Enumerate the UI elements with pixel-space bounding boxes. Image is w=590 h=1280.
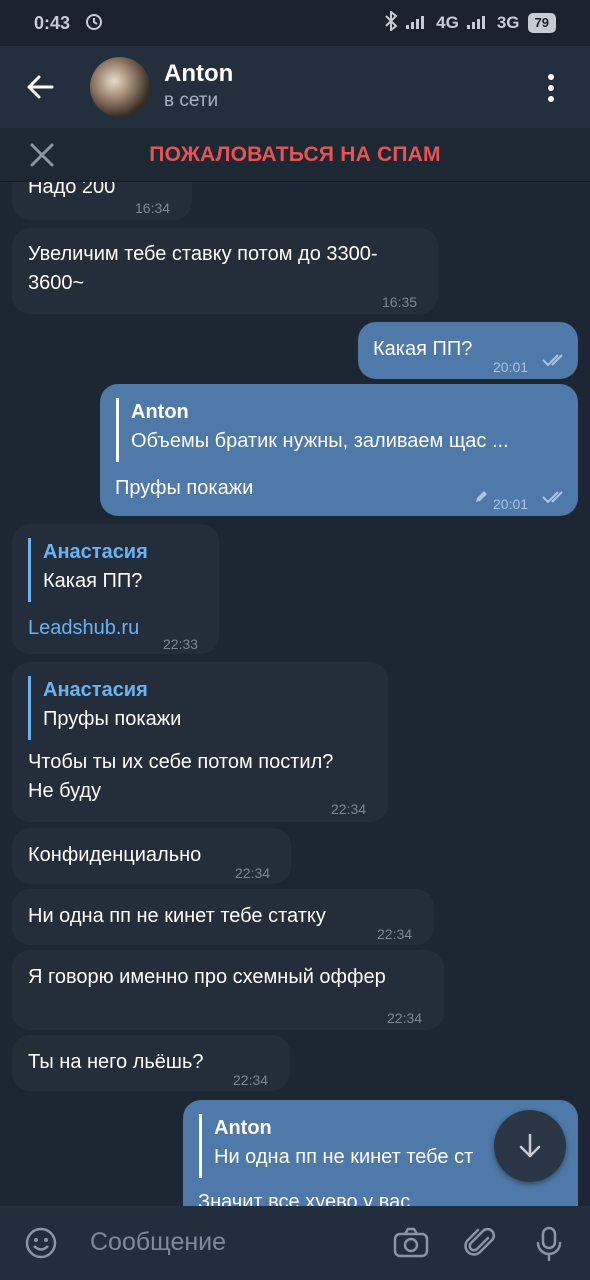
message-time: 22:34 [331,801,367,817]
message-text: Какая ПП? [373,338,473,360]
paperclip-icon[interactable] [464,1226,498,1260]
emoji-icon[interactable] [24,1226,58,1260]
more-button[interactable] [536,68,566,108]
reply-author: Анастасия [43,541,148,563]
message-input[interactable]: Сообщение [90,1228,226,1257]
message-bubble[interactable]: Анастасия Пруфы покажи Чтобы ты их себе … [12,662,388,822]
close-icon[interactable] [28,141,56,169]
message-bubble[interactable]: Какая ПП? 20:01 [358,322,578,379]
message-text: Чтобы ты их себе потом постил? Не буду [28,751,334,802]
report-spam-button[interactable]: ПОЖАЛОВАТЬСЯ НА СПАМ [149,143,440,167]
signal-icon-2 [466,13,489,34]
message-bubble[interactable]: Ты на него льёшь? 22:34 [12,1035,290,1091]
message-bubble[interactable]: Ни одна пп не кинет тебе статку 22:34 [12,889,434,945]
reply-text: Какая ПП? [43,570,143,592]
microphone-icon[interactable] [534,1226,564,1262]
reply-preview[interactable]: Анастасия Какая ПП? [28,538,203,602]
message-time: 20:01 [493,359,529,375]
reply-author: Анастасия [43,679,148,701]
message-bubble[interactable]: Я говорю именно про схемный оффер 22:34 [12,950,444,1030]
message-text: Надо 200 [28,182,116,198]
report-spam-bar: ПОЖАЛОВАТЬСЯ НА СПАМ [0,128,590,182]
more-vert-icon [548,74,554,80]
read-check-icon [542,354,563,367]
message-link[interactable]: Leadshub.ru [28,614,139,643]
message-time: 16:35 [382,294,418,310]
status-time: 0:43 [34,12,71,33]
reply-text: Ни одна пп не кинет тебе ст [214,1146,474,1168]
message-bubble[interactable]: Увеличим тебе ставку потом до 3300- 3600… [12,228,438,314]
reply-preview[interactable]: Anton Объемы братик нужны, заливаем щас … [116,398,556,462]
contact-status: в сети [164,90,219,111]
message-text: Конфиденциально [28,844,202,866]
status-bar: 0:43 4G 3G 79 [0,0,590,46]
reply-preview[interactable]: Анастасия Пруфы покажи [28,676,368,740]
read-check-icon [542,491,563,504]
message-bubble[interactable]: Анастасия Какая ПП? Leadshub.ru 22:33 [12,524,219,654]
battery-icon: 79 [527,13,556,33]
message-time: 22:34 [377,926,413,942]
reply-author: Anton [131,401,189,423]
reply-text: Объемы братик нужны, заливаем щас ... [131,430,509,452]
reply-author: Anton [214,1117,272,1139]
chat-title-area[interactable]: Anton в сети [164,60,233,114]
bluetooth-icon [384,9,398,36]
camera-icon[interactable] [393,1226,429,1260]
message-text: Ни одна пп не кинет тебе статку [28,905,326,927]
message-time: 22:34 [387,1010,423,1026]
reply-text: Пруфы покажи [43,708,182,730]
message-text: Ты на него льёшь? [28,1051,204,1073]
arrow-left-icon [27,75,54,99]
message-text: Значит все хуево у вас [198,1191,411,1206]
scroll-down-button[interactable] [494,1110,566,1182]
arrow-down-icon [519,1133,541,1158]
message-time: 20:01 [493,496,529,512]
reply-preview[interactable]: Anton Ни одна пп не кинет тебе ст [199,1114,489,1178]
alarm-icon [84,11,104,36]
message-bubble[interactable]: Anton Объемы братик нужны, заливаем щас … [100,384,578,516]
message-list[interactable]: Надо 200 16:34 Увеличим тебе ставку пото… [0,182,590,1206]
edit-pencil-icon [476,491,487,502]
message-text: Увеличим тебе ставку потом до 3300- 3600… [28,243,378,294]
network-type-1: 4G [436,13,459,32]
back-button[interactable] [0,46,80,128]
network-type-2: 3G [496,13,520,32]
contact-name: Anton [164,60,234,87]
message-bubble[interactable]: Конфиденциально 22:34 [12,828,291,884]
signal-icon [406,13,428,34]
message-time: 22:34 [235,865,271,881]
message-text: Пруфы покажи [115,477,254,499]
message-text: Я говорю именно про схемный оффер [28,966,386,988]
message-input-bar: Сообщение [0,1206,590,1280]
message-bubble[interactable]: Надо 200 16:34 [12,182,192,220]
avatar[interactable] [90,57,150,117]
message-time: 16:34 [135,200,171,216]
message-time: 22:33 [163,636,199,652]
chat-header: Anton в сети [0,46,590,128]
message-time: 22:34 [233,1072,269,1088]
